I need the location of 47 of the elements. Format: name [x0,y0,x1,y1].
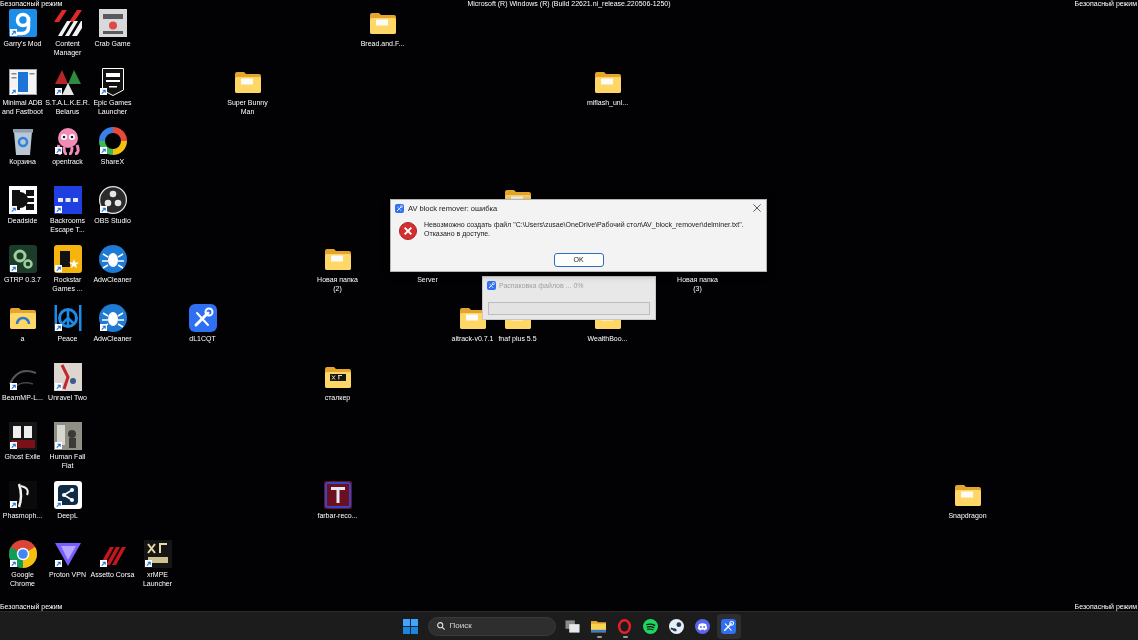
circle-logo-icon [669,618,684,634]
folder-icon [591,618,606,634]
star-tile-icon [53,245,82,273]
window-icon [8,68,37,96]
gamepad-logo-icon [695,618,710,634]
bug-logo-icon [98,304,127,332]
folder-icon [459,307,486,329]
game-cover-icon [53,422,82,450]
error-icon [399,222,417,240]
game-tile-icon [53,186,82,214]
peace-sign-icon [53,304,82,332]
folder-icon [9,307,36,329]
folder-icon [594,71,621,93]
slash-logo-icon [53,9,82,37]
app-logo-icon [323,481,352,509]
gears-icon [8,245,37,273]
tools-icon [721,618,736,634]
tools-icon [487,281,496,290]
ring-logo-icon [98,127,127,155]
game-cover-icon [53,363,82,391]
hook-logo-icon [8,9,37,37]
game-cover-icon [8,422,37,450]
folder-icon [324,248,351,270]
waves-logo-icon [643,618,658,634]
triangle-logo-icon [53,540,82,568]
folder-icon [234,71,261,93]
bug-logo-icon [98,245,127,273]
game-tile-icon [98,9,127,37]
game-cover-icon [8,481,37,509]
windows-logo-icon[interactable] [402,618,418,634]
task-view-icon [565,618,580,634]
triangles-logo-icon [53,68,82,96]
folder-icon [954,484,981,506]
tools-icon [188,304,217,332]
folder-icon [324,366,351,388]
close-icon[interactable] [753,204,761,212]
tools-icon [395,203,404,213]
game-tile-icon [8,186,37,214]
circle-logo-icon [98,186,127,214]
folder-icon [369,12,396,34]
game-tile-icon [143,540,172,568]
ring-logo-icon [617,618,632,634]
share-logo-icon [53,481,82,509]
search-icon [436,622,445,630]
taskbar-button[interactable] [716,613,741,639]
search-field[interactable]: Поиск [427,616,556,636]
browser-logo-icon [8,540,37,568]
